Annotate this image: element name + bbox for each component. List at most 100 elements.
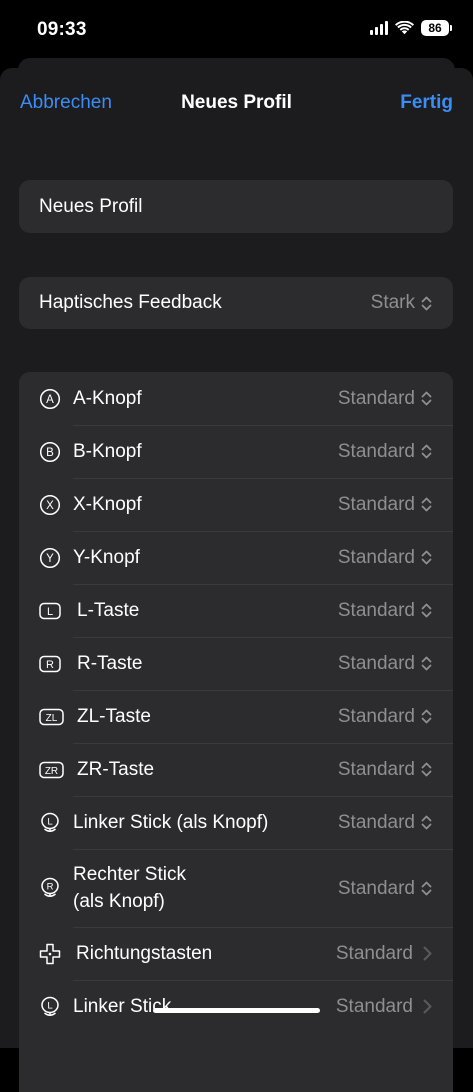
mapping-value: Standard (337, 494, 415, 515)
mapping-row[interactable]: A A-Knopf Standard (19, 372, 453, 425)
mapping-label: ZL-Taste (77, 706, 151, 727)
svg-text:A: A (46, 394, 54, 406)
b-button-icon: B (39, 441, 61, 463)
chevron-up-down-icon (421, 550, 432, 565)
home-indicator (153, 1008, 320, 1013)
svg-text:R: R (47, 882, 54, 893)
mapping-value: Standard (337, 812, 415, 833)
mapping-picker[interactable]: Standard (338, 875, 432, 902)
chevron-right-icon (423, 999, 432, 1014)
svg-text:L: L (47, 1000, 52, 1011)
mapping-label: Rechter Stick (als Knopf) (73, 864, 186, 912)
haptic-feedback-value: Stark (370, 292, 415, 313)
chevron-up-down-icon (421, 497, 432, 512)
svg-text:B: B (46, 447, 54, 459)
mapping-row[interactable]: Richtungstasten Standard (19, 927, 453, 980)
wifi-icon (395, 21, 414, 35)
mapping-label: Linker Stick (als Knopf) (73, 812, 269, 833)
done-button[interactable]: Fertig (400, 92, 453, 114)
chevron-up-down-icon (421, 709, 432, 724)
mapping-value: Standard (337, 388, 415, 409)
zl-trigger-icon: ZL (39, 706, 64, 728)
chevron-up-down-icon (421, 603, 432, 618)
r-shoulder-icon: R (39, 653, 61, 675)
mapping-value: Standard (335, 943, 413, 964)
y-button-icon: Y (39, 547, 61, 569)
mapping-label: B-Knopf (73, 441, 142, 462)
cellular-signal-icon (370, 21, 388, 35)
haptic-feedback-picker[interactable]: Stark (371, 292, 432, 314)
right-stick-icon: R (39, 877, 61, 899)
mapping-picker[interactable]: Standard (338, 650, 432, 677)
button-mapping-list: A A-Knopf Standard B B-Knopf Standard X X-Knopf… (19, 372, 453, 1092)
battery-icon: 86 (421, 20, 452, 36)
mapping-row[interactable]: L Linker Stick (als Knopf) Standard (19, 796, 453, 849)
chevron-right-icon (423, 946, 432, 961)
mapping-row[interactable]: R R-Taste Standard (19, 637, 453, 690)
chevron-up-down-icon (421, 881, 432, 896)
mapping-label: L-Taste (77, 600, 140, 621)
mapping-label: X-Knopf (73, 494, 142, 515)
mapping-label: Linker Stick (73, 996, 172, 1017)
chevron-up-down-icon (421, 296, 432, 311)
mapping-row[interactable]: L Linker Stick Standard (19, 980, 453, 1033)
haptic-feedback-label: Haptisches Feedback (39, 292, 222, 313)
status-icons: 86 (370, 20, 452, 36)
chevron-up-down-icon (421, 444, 432, 459)
svg-text:X: X (46, 500, 54, 512)
mapping-value: Standard (337, 877, 415, 899)
mapping-label: A-Knopf (73, 388, 142, 409)
chevron-up-down-icon (421, 391, 432, 406)
mapping-picker[interactable]: Standard (338, 756, 432, 783)
mapping-value: Standard (337, 706, 415, 727)
mapping-picker[interactable]: Standard (338, 385, 432, 412)
haptic-feedback-row[interactable]: Haptisches Feedback Stark (19, 277, 453, 329)
left-stick-icon: L (39, 996, 61, 1018)
svg-text:ZR: ZR (45, 766, 58, 777)
a-button-icon: A (39, 388, 61, 410)
svg-text:R: R (46, 659, 54, 671)
mapping-value: Standard (337, 653, 415, 674)
mapping-picker[interactable]: Standard (338, 491, 432, 518)
mapping-row[interactable]: L L-Taste Standard (19, 584, 453, 637)
mapping-label: Y-Knopf (73, 547, 140, 568)
mapping-row[interactable]: Y Y-Knopf Standard (19, 531, 453, 584)
mapping-row[interactable]: B B-Knopf Standard (19, 425, 453, 478)
zr-trigger-icon: ZR (39, 759, 64, 781)
mapping-label: Richtungstasten (76, 943, 213, 964)
left-stick-icon: L (39, 812, 61, 834)
chevron-up-down-icon (421, 815, 432, 830)
mapping-row[interactable]: ZL ZL-Taste Standard (19, 690, 453, 743)
l-shoulder-icon: L (39, 600, 61, 622)
profile-name-input[interactable] (39, 180, 429, 233)
navigation-bar: Abbrechen Neues Profil Fertig (0, 68, 473, 140)
mapping-picker[interactable]: Standard (338, 597, 432, 624)
mapping-label: ZR-Taste (77, 759, 155, 780)
svg-text:ZL: ZL (46, 713, 58, 724)
svg-text:Y: Y (46, 553, 54, 565)
mapping-picker[interactable]: Standard (338, 544, 432, 571)
mapping-value: Standard (335, 996, 413, 1017)
chevron-up-down-icon (421, 656, 432, 671)
status-time: 09:33 (37, 19, 87, 40)
svg-text:L: L (47, 816, 52, 827)
new-profile-sheet: Abbrechen Neues Profil Fertig Haptisches… (0, 68, 473, 1092)
mapping-picker[interactable]: Standard (336, 993, 432, 1020)
profile-name-card (19, 180, 453, 233)
mapping-label: R-Taste (77, 653, 143, 674)
mapping-picker[interactable]: Standard (338, 438, 432, 465)
mapping-picker[interactable]: Standard (336, 940, 432, 967)
mapping-picker[interactable]: Standard (338, 809, 432, 836)
mapping-value: Standard (337, 600, 415, 621)
mapping-row[interactable]: X X-Knopf Standard (19, 478, 453, 531)
mapping-row[interactable]: ZR ZR-Taste Standard (19, 743, 453, 796)
mapping-row[interactable]: R Rechter Stick (als Knopf) Standard (19, 849, 453, 927)
status-bar: 09:33 86 (0, 0, 473, 60)
mapping-value: Standard (337, 441, 415, 462)
svg-text:L: L (47, 606, 53, 618)
mapping-picker[interactable]: Standard (338, 703, 432, 730)
chevron-up-down-icon (421, 762, 432, 777)
x-button-icon: X (39, 494, 61, 516)
mapping-value: Standard (337, 547, 415, 568)
dpad-icon (39, 943, 61, 965)
